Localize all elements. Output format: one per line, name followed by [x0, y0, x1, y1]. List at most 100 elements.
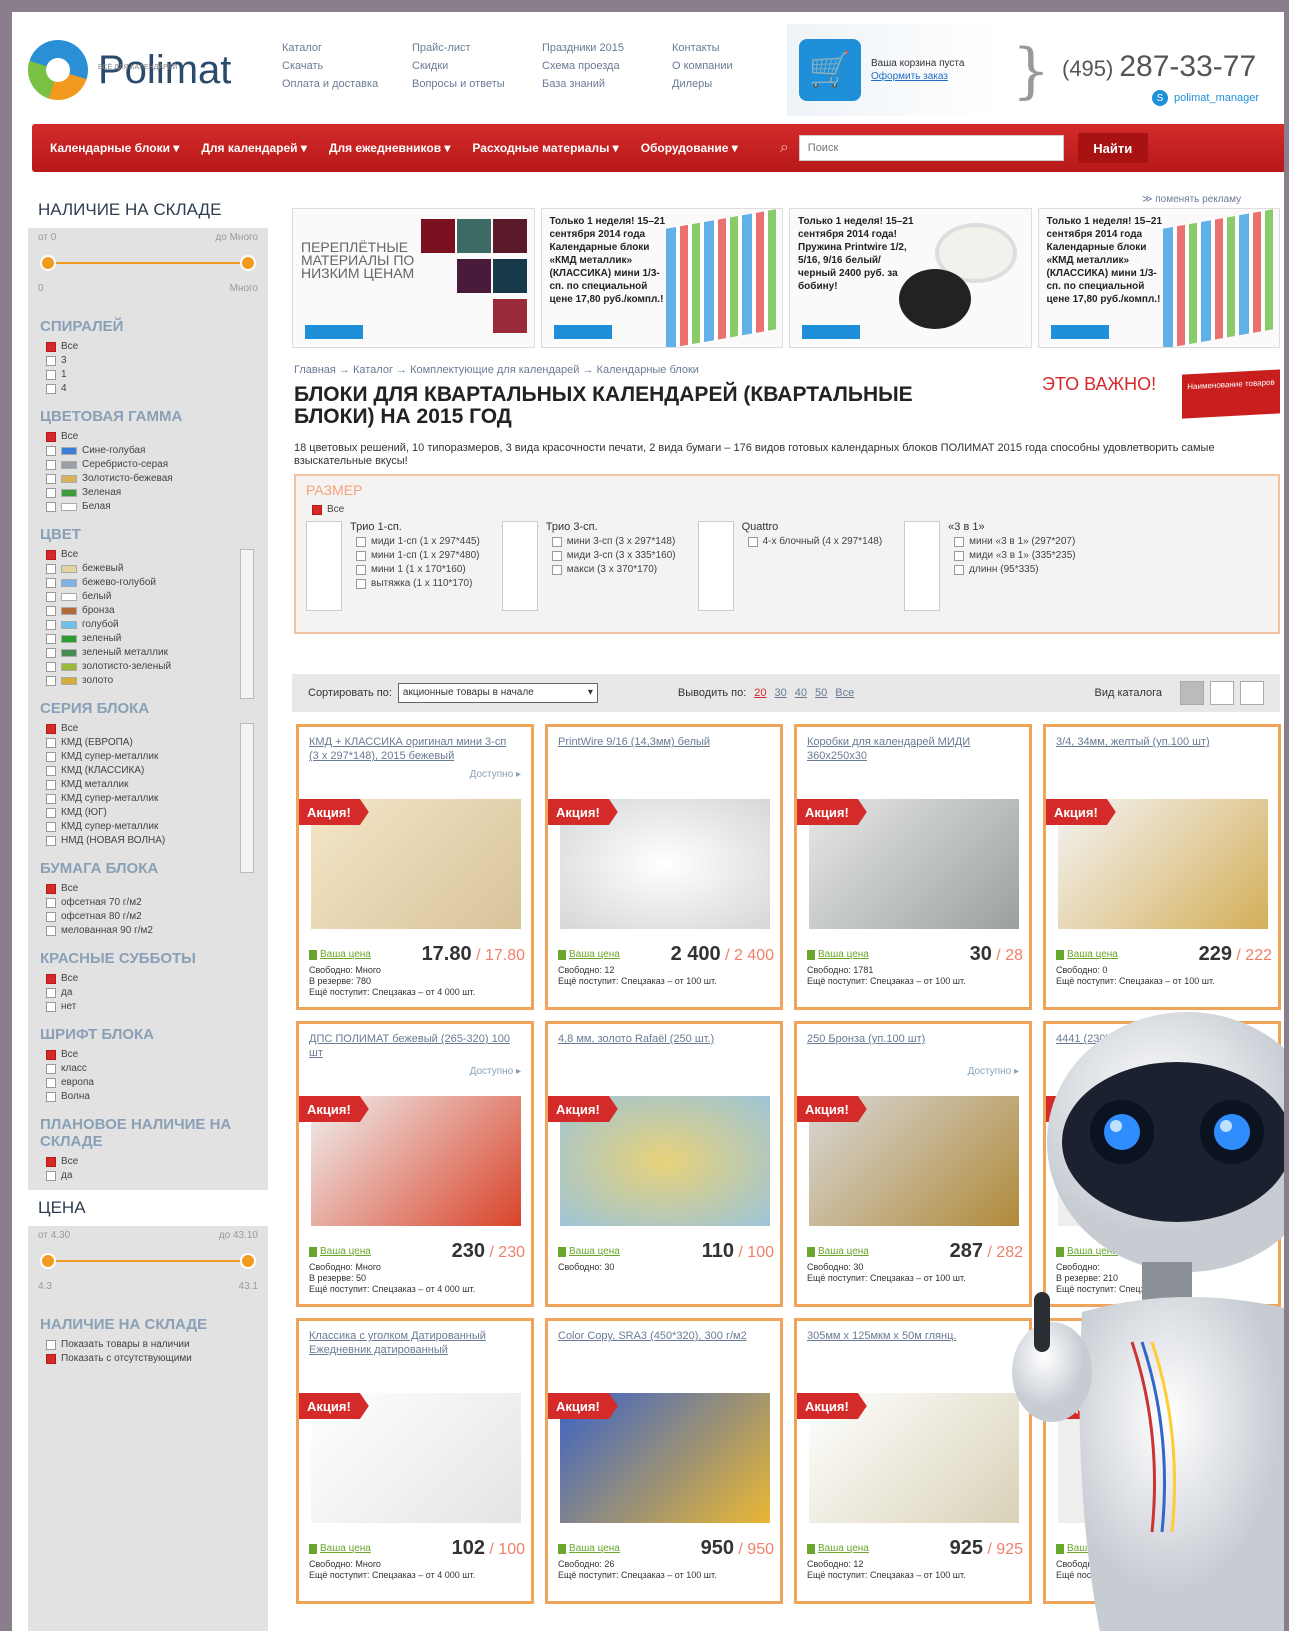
- checkbox[interactable]: [46, 675, 56, 686]
- filter-option[interactable]: нет: [46, 1001, 256, 1012]
- filter-option[interactable]: зеленый металлик: [46, 647, 256, 658]
- filter-option[interactable]: Все: [46, 431, 256, 442]
- per-page-option[interactable]: 40: [795, 687, 807, 699]
- checkbox[interactable]: [46, 431, 56, 442]
- topnav-link[interactable]: Схема проезда: [542, 60, 672, 72]
- availability-link[interactable]: Доступно ▸: [470, 769, 521, 780]
- product-card[interactable]: 3/4, 34мм, желтый (уп.100 шт) Акция! Ваша …: [1043, 724, 1281, 1010]
- your-price-link[interactable]: Ваша цена: [807, 949, 869, 960]
- checkbox[interactable]: [46, 1077, 56, 1088]
- filter-option[interactable]: Все: [46, 723, 256, 734]
- product-name-link[interactable]: КМД + КЛАССИКА оригинал мини 3-сп (3 x 2…: [309, 735, 519, 763]
- slider-handle-max[interactable]: [240, 255, 256, 271]
- checkbox[interactable]: [46, 501, 56, 512]
- checkbox[interactable]: [312, 504, 322, 515]
- your-price-link[interactable]: Ваша цена: [1056, 949, 1118, 960]
- filter-option[interactable]: КМД супер-металлик: [46, 793, 256, 804]
- filter-option[interactable]: бежево-голубой: [46, 577, 256, 588]
- checkbox[interactable]: [46, 1091, 56, 1102]
- checkbox[interactable]: [46, 619, 56, 630]
- topnav-link[interactable]: База знаний: [542, 78, 672, 90]
- grid-view-icon[interactable]: [1180, 681, 1204, 705]
- checkbox[interactable]: [46, 445, 56, 456]
- product-card[interactable]: 305мм x 125мкм x 50м глянц. Акция! Ваша це…: [794, 1318, 1032, 1604]
- size-option[interactable]: мини 3-сп (3 x 297*148): [551, 536, 676, 547]
- filter-option[interactable]: Показать с отсутствующими: [46, 1353, 256, 1364]
- nav-item-equipment[interactable]: Оборудование ▾: [641, 141, 738, 155]
- slider-handle-max[interactable]: [240, 1253, 256, 1269]
- size-option[interactable]: мини 1 (1 x 170*160): [356, 564, 480, 575]
- important-ribbon[interactable]: Наименование товаров: [1182, 369, 1280, 419]
- your-price-link[interactable]: Ваша цена: [807, 1543, 869, 1554]
- filter-option[interactable]: Все: [46, 341, 256, 352]
- checkbox[interactable]: [46, 661, 56, 672]
- checkbox[interactable]: [356, 578, 366, 589]
- topnav-link[interactable]: Оплата и доставка: [282, 78, 412, 90]
- filter-option[interactable]: белый: [46, 591, 256, 602]
- topnav-link[interactable]: Скачать: [282, 60, 412, 72]
- checkbox[interactable]: [46, 633, 56, 644]
- slider-handle-min[interactable]: [40, 1253, 56, 1269]
- search-button[interactable]: Найти: [1077, 133, 1148, 163]
- topnav-link[interactable]: Прайс-лист: [412, 42, 542, 54]
- product-card[interactable]: PrintWire 9/16 (14,3мм) белый Акция! Ваша …: [545, 724, 783, 1010]
- checkbox[interactable]: [46, 911, 56, 922]
- size-option[interactable]: 4-х блочный (4 x 297*148): [747, 536, 882, 547]
- slider-handle-min[interactable]: [40, 255, 56, 271]
- nav-item-for-diaries[interactable]: Для ежедневников ▾: [329, 141, 451, 155]
- product-card[interactable]: 250 Бронза (уп.100 шт) Доступно ▸ Акция! Ва…: [794, 1021, 1032, 1307]
- list-view-icon[interactable]: [1210, 681, 1234, 705]
- checkbox[interactable]: [46, 793, 56, 804]
- filter-option[interactable]: Сине-голубая: [46, 445, 256, 456]
- your-price-link[interactable]: Ваша цена: [1056, 1246, 1118, 1257]
- nav-item-consumables[interactable]: Расходные материалы ▾: [472, 141, 618, 155]
- filter-option[interactable]: 1: [46, 369, 256, 380]
- checkbox[interactable]: [46, 341, 56, 352]
- important-notice[interactable]: ЭТО ВАЖНО!: [1042, 374, 1156, 395]
- product-name-link[interactable]: Коробки для календарей МИДИ 360x250x30: [807, 735, 1017, 763]
- checkbox[interactable]: [46, 355, 56, 366]
- topnav-link[interactable]: Контакты: [672, 42, 772, 54]
- filter-option[interactable]: Все: [46, 1156, 256, 1167]
- checkbox[interactable]: [954, 550, 965, 561]
- checkbox[interactable]: [46, 647, 56, 658]
- product-name-link[interactable]: 3/4, 34мм, желтый (уп.100 шт): [1056, 735, 1266, 749]
- filter-option[interactable]: НМД (НОВАЯ ВОЛНА): [46, 835, 256, 846]
- checkbox[interactable]: [46, 737, 56, 748]
- checkbox[interactable]: [46, 779, 56, 790]
- skype-link[interactable]: S polimat_manager: [1152, 90, 1259, 106]
- checkbox[interactable]: [46, 473, 56, 484]
- breadcrumb[interactable]: Главная → Каталог → Комплектующие для ка…: [294, 364, 699, 376]
- search-input[interactable]: [798, 135, 1064, 161]
- per-page-option[interactable]: 30: [775, 687, 787, 699]
- filter-option[interactable]: Все: [46, 1049, 256, 1060]
- checkbox[interactable]: [46, 925, 56, 936]
- checkbox[interactable]: [46, 987, 56, 998]
- product-card[interactable]: Color Copy, SRA3 (450*320), 300 г/м2 Акци…: [545, 1318, 783, 1604]
- topnav-link[interactable]: Праздники 2015: [542, 42, 672, 54]
- price-slider[interactable]: [40, 1251, 256, 1271]
- checkbox[interactable]: [46, 549, 56, 560]
- product-name-link[interactable]: 4,8 мм, золото Rafaël (250 шт.): [558, 1032, 768, 1046]
- checkbox[interactable]: [46, 723, 56, 734]
- topnav-link[interactable]: О компании: [672, 60, 772, 72]
- filter-option[interactable]: 4: [46, 383, 256, 394]
- checkbox[interactable]: [46, 897, 56, 908]
- filter-option[interactable]: Все: [46, 549, 256, 560]
- checkbox[interactable]: [954, 536, 965, 547]
- banner-calendar-blocks[interactable]: Только 1 неделя! 15–21 сентября 2014 год…: [540, 208, 783, 348]
- per-page-option[interactable]: 20: [754, 687, 766, 699]
- stock-from[interactable]: от 0: [38, 232, 56, 243]
- checkbox[interactable]: [46, 1339, 56, 1350]
- filter-option[interactable]: 3: [46, 355, 256, 366]
- topnav-link[interactable]: Дилеры: [672, 78, 772, 90]
- cart-widget[interactable]: 🛒 Ваша корзина пуста Оформить заказ: [787, 24, 997, 116]
- filter-option[interactable]: голубой: [46, 619, 256, 630]
- size-option[interactable]: вытяжка (1 x 110*170): [356, 578, 480, 589]
- sort-select[interactable]: акционные товары в начале ▾: [397, 683, 598, 703]
- checkbox[interactable]: [46, 883, 56, 894]
- filter-option[interactable]: КМД (ЕВРОПА): [46, 737, 256, 748]
- product-card[interactable]: ДПС ПОЛИМАТ бежевый (265-320) 100 шт Дост…: [296, 1021, 534, 1307]
- your-price-link[interactable]: Ваша цена: [309, 949, 371, 960]
- checkbox[interactable]: [356, 536, 366, 547]
